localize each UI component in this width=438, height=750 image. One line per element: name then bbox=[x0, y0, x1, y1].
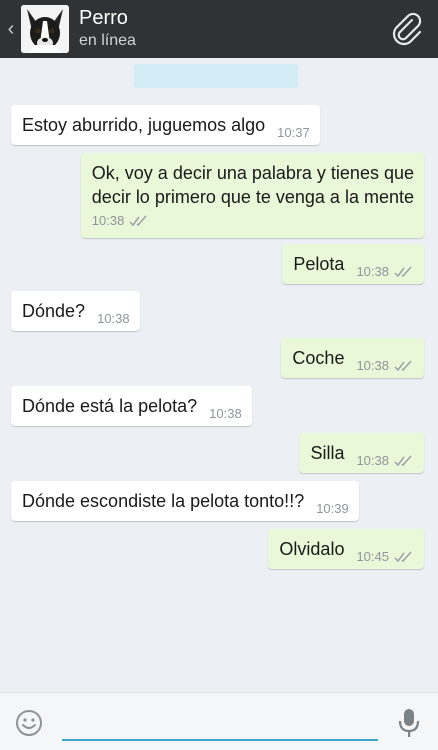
message-outgoing[interactable]: Ok, voy a decir una palabra y tienes que… bbox=[80, 153, 424, 238]
message-meta: 10:38 bbox=[356, 359, 414, 373]
message-time: 10:39 bbox=[316, 501, 349, 516]
avatar[interactable] bbox=[21, 5, 69, 53]
message-meta: 10:45 bbox=[356, 550, 414, 564]
smiley-icon[interactable] bbox=[14, 708, 44, 738]
paperclip-icon[interactable] bbox=[390, 12, 424, 46]
message-time: 10:38 bbox=[356, 358, 389, 373]
contact-name: Perro bbox=[79, 7, 128, 29]
message-text: Olvidalo bbox=[279, 539, 345, 559]
message-text: Coche bbox=[292, 348, 345, 368]
double-check-icon bbox=[394, 551, 412, 563]
double-check-icon bbox=[394, 360, 412, 372]
message-outgoing[interactable]: Olvidalo 10:45 bbox=[268, 529, 424, 569]
message-text: Dónde escondiste la pelota tonto!!? bbox=[22, 491, 305, 511]
message-outgoing[interactable]: Coche 10:38 bbox=[281, 338, 424, 378]
message-incoming[interactable]: Dónde escondiste la pelota tonto!!? 10:3… bbox=[11, 481, 359, 521]
message-incoming[interactable]: Estoy aburrido, juguemos algo 10:37 bbox=[11, 105, 320, 145]
message-incoming[interactable]: Dónde? 10:38 bbox=[11, 291, 140, 331]
message-time: 10:38 bbox=[356, 264, 389, 279]
message-input[interactable] bbox=[62, 701, 378, 741]
message-time: 10:38 bbox=[209, 406, 242, 421]
message-text: Ok, voy a decir una palabra y tienes que… bbox=[91, 163, 414, 207]
microphone-icon[interactable] bbox=[398, 707, 420, 739]
message-text: Dónde está la pelota? bbox=[22, 396, 198, 416]
message-incoming[interactable]: Dónde está la pelota? 10:38 bbox=[11, 386, 252, 426]
composer-bar bbox=[0, 692, 438, 750]
message-time: 10:38 bbox=[356, 453, 389, 468]
message-meta: 10:38 bbox=[92, 214, 150, 228]
message-time: 10:45 bbox=[356, 549, 389, 564]
message-text: Silla bbox=[310, 443, 345, 463]
message-meta: 10:38 bbox=[356, 454, 414, 468]
message-outgoing[interactable]: Silla 10:38 bbox=[299, 433, 424, 473]
double-check-icon bbox=[394, 266, 412, 278]
message-text: Estoy aburrido, juguemos algo bbox=[22, 115, 266, 135]
message-meta: 10:38 bbox=[356, 265, 414, 279]
message-time: 10:38 bbox=[97, 311, 130, 326]
message-time: 10:37 bbox=[277, 125, 310, 140]
chat-header: ‹ Perro en línea bbox=[0, 0, 438, 58]
message-text: Pelota bbox=[293, 254, 345, 274]
message-text: Dónde? bbox=[22, 301, 86, 321]
chevron-left-icon[interactable]: ‹ bbox=[3, 0, 19, 58]
date-chip bbox=[134, 64, 298, 88]
message-outgoing[interactable]: Pelota 10:38 bbox=[282, 244, 424, 284]
contact-status: en línea bbox=[79, 32, 136, 49]
contact-info[interactable]: Perro en línea bbox=[79, 7, 136, 51]
message-list[interactable]: Estoy aburrido, juguemos algo 10:37 Ok, … bbox=[0, 58, 438, 692]
message-time: 10:38 bbox=[91, 213, 125, 228]
double-check-icon bbox=[394, 455, 412, 467]
double-check-icon bbox=[129, 215, 147, 227]
